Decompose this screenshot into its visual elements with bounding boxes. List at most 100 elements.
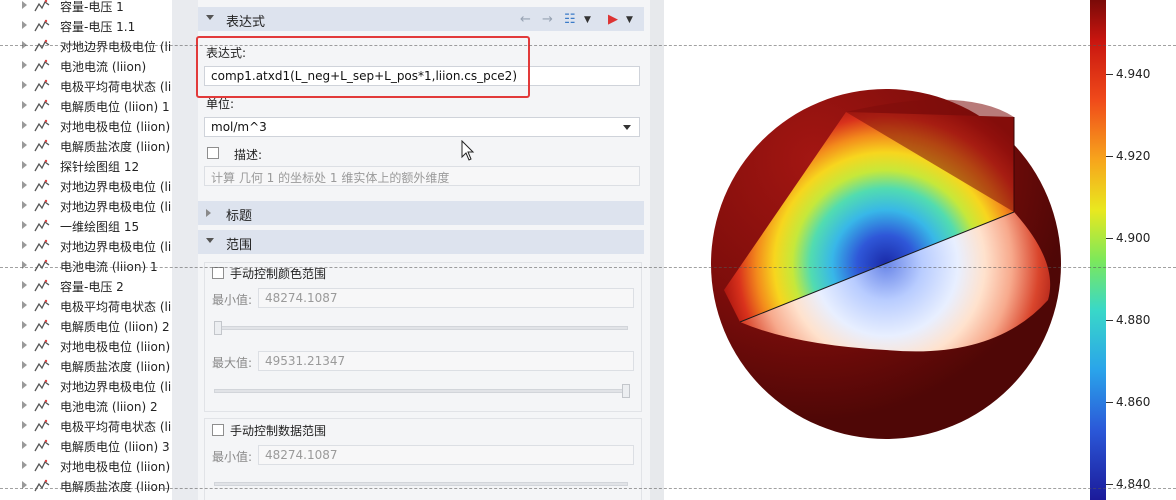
manual-color-range-checkbox[interactable]: [212, 267, 224, 279]
expand-arrow-icon[interactable]: [206, 209, 211, 217]
collapse-arrow-icon[interactable]: [206, 15, 214, 20]
expand-arrow-icon[interactable]: [22, 341, 27, 349]
line-plot-icon: [34, 259, 50, 272]
tree-item[interactable]: 容量-电压 2: [0, 276, 172, 296]
tree-item[interactable]: 电池电流 (liion) 2: [0, 396, 172, 416]
tree-item[interactable]: 电极平均荷电状态 (li: [0, 76, 172, 96]
expand-arrow-icon[interactable]: [22, 21, 27, 29]
tree-item[interactable]: 探针绘图组 12: [0, 156, 172, 176]
arrow-left-icon[interactable]: ←: [520, 12, 531, 27]
tree-item-label: 电池电流 (liion) 2: [60, 400, 158, 414]
dropdown-icon[interactable]: ▼: [626, 15, 633, 25]
range-section-title: 范围: [226, 238, 253, 253]
tree-item-label: 对地电极电位 (liion): [60, 460, 171, 474]
insert-expression-icon[interactable]: ☷: [564, 12, 576, 27]
tree-item[interactable]: 电解质盐浓度 (liion): [0, 356, 172, 376]
expand-arrow-icon[interactable]: [22, 61, 27, 69]
tree-item-label: 容量-电压 1.1: [60, 20, 136, 34]
dropdown-icon[interactable]: ▼: [584, 15, 591, 25]
min-value-slider-thumb[interactable]: [214, 321, 222, 335]
tree-item-label: 探针绘图组 12: [60, 160, 140, 174]
legend-label: 4.940: [1116, 67, 1151, 81]
description-input[interactable]: 计算 几何 1 的坐标处 1 维实体上的额外维度: [204, 166, 640, 186]
line-plot-icon: [34, 279, 50, 292]
expand-arrow-icon[interactable]: [22, 1, 27, 9]
sphere-plot[interactable]: [664, 0, 1088, 500]
expression-section-header[interactable]: 表达式 ← → ☷ ▼ ▶ ▼: [198, 7, 644, 31]
max-value-slider-thumb[interactable]: [622, 384, 630, 398]
tree-item[interactable]: 容量-电压 1: [0, 0, 172, 16]
tree-item[interactable]: 对地电极电位 (liion): [0, 116, 172, 136]
tree-item-label: 电极平均荷电状态 (li: [60, 300, 172, 314]
max-value-slider-track[interactable]: [214, 389, 628, 393]
tree-item[interactable]: 容量-电压 1.1: [0, 16, 172, 36]
tree-item[interactable]: 对地边界电极电位 (li: [0, 236, 172, 256]
expand-arrow-icon[interactable]: [22, 321, 27, 329]
tree-item[interactable]: 对地边界电极电位 (li: [0, 196, 172, 216]
tree-item[interactable]: 对地边界电极电位 (li: [0, 376, 172, 396]
color-legend-bar: [1090, 0, 1106, 500]
tree-item-label: 对地边界电极电位 (li: [60, 40, 172, 54]
tree-item[interactable]: 电解质电位 (liion) 1: [0, 96, 172, 116]
line-plot-icon: [34, 179, 50, 192]
tree-item[interactable]: 对地电极电位 (liion): [0, 336, 172, 356]
expand-arrow-icon[interactable]: [22, 281, 27, 289]
tree-item[interactable]: 电解质电位 (liion) 2: [0, 316, 172, 336]
expand-arrow-icon[interactable]: [22, 221, 27, 229]
expand-arrow-icon[interactable]: [22, 101, 27, 109]
line-plot-icon: [34, 19, 50, 32]
expand-arrow-icon[interactable]: [22, 241, 27, 249]
line-plot-icon: [34, 39, 50, 52]
expand-arrow-icon[interactable]: [22, 301, 27, 309]
range-section-header[interactable]: 范围: [198, 230, 644, 254]
tree-item[interactable]: 对地边界电极电位 (li: [0, 36, 172, 56]
legend-label: 4.920: [1116, 149, 1151, 163]
expand-arrow-icon[interactable]: [22, 121, 27, 129]
min-value-input[interactable]: 48274.1087: [258, 288, 634, 308]
tree-item[interactable]: 电极平均荷电状态 (li: [0, 416, 172, 436]
expand-arrow-icon[interactable]: [22, 461, 27, 469]
legend-label: 4.900: [1116, 231, 1151, 245]
expand-arrow-icon[interactable]: [22, 421, 27, 429]
tree-item-label: 对地电极电位 (liion): [60, 340, 171, 354]
title-section-header[interactable]: 标题: [198, 201, 644, 225]
manual-data-range-checkbox[interactable]: [212, 424, 224, 436]
tree-item[interactable]: 电池电流 (liion): [0, 56, 172, 76]
expand-arrow-icon[interactable]: [22, 401, 27, 409]
tree-item[interactable]: 一维绘图组 15: [0, 216, 172, 236]
collapse-arrow-icon[interactable]: [206, 238, 214, 243]
expand-arrow-icon[interactable]: [22, 181, 27, 189]
tree-item[interactable]: 电极平均荷电状态 (li: [0, 296, 172, 316]
min-data-value-slider-track[interactable]: [214, 482, 628, 486]
min-value-slider-track[interactable]: [214, 326, 628, 330]
panel-splitter[interactable]: [172, 0, 198, 500]
legend-tick: [1106, 484, 1113, 485]
replace-expression-icon[interactable]: ▶: [608, 12, 618, 27]
min-data-value-label: 最小值:: [212, 450, 253, 464]
expand-arrow-icon[interactable]: [22, 201, 27, 209]
tree-item[interactable]: 电解质电位 (liion) 3: [0, 436, 172, 456]
tree-item[interactable]: 对地电极电位 (liion): [0, 456, 172, 476]
line-plot-icon: [34, 439, 50, 452]
tree-item-label: 电解质电位 (liion) 2: [60, 320, 170, 334]
max-value-input[interactable]: 49531.21347: [258, 351, 634, 371]
line-plot-icon: [34, 379, 50, 392]
min-data-value-input[interactable]: 48274.1087: [258, 445, 634, 465]
tree-item[interactable]: 电解质盐浓度 (liion): [0, 476, 172, 496]
expand-arrow-icon[interactable]: [22, 141, 27, 149]
tree-item[interactable]: 电解质盐浓度 (liion): [0, 136, 172, 156]
tree-item[interactable]: 对地边界电极电位 (li: [0, 176, 172, 196]
expand-arrow-icon[interactable]: [22, 381, 27, 389]
tree-item[interactable]: 电池电流 (liion) 1: [0, 256, 172, 276]
tree-item-label: 对地电极电位 (liion): [60, 120, 171, 134]
expand-arrow-icon[interactable]: [22, 81, 27, 89]
expand-arrow-icon[interactable]: [22, 161, 27, 169]
guide-line: [0, 267, 1176, 268]
tree-item-label: 电解质电位 (liion) 1: [60, 100, 170, 114]
expand-arrow-icon[interactable]: [22, 361, 27, 369]
expand-arrow-icon[interactable]: [22, 441, 27, 449]
tree-item-label: 一维绘图组 15: [60, 220, 140, 234]
unit-select[interactable]: mol/m^3: [204, 117, 640, 137]
description-checkbox[interactable]: [207, 147, 219, 159]
arrow-right-icon[interactable]: →: [542, 12, 553, 27]
